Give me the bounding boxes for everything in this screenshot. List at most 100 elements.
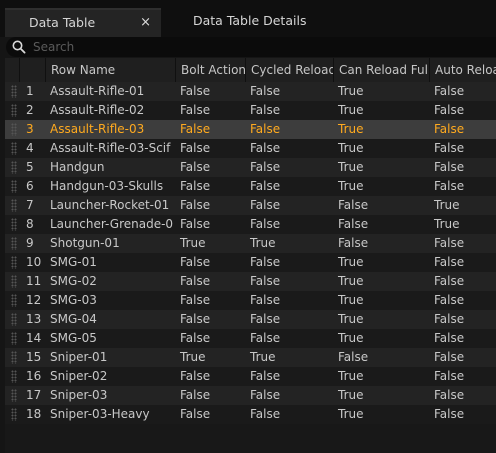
- can-reload-full-cell: True: [338, 122, 364, 136]
- auto-reload-cell: False: [434, 255, 465, 269]
- data-table: Row Name Bolt Action Cycled Reload Can R…: [5, 58, 496, 424]
- auto-reload-cell: True: [434, 217, 460, 231]
- drag-handle-icon[interactable]: [11, 104, 17, 117]
- drag-handle-icon[interactable]: [11, 275, 17, 288]
- table-row[interactable]: 7 Launcher-Rocket-01 False False False True: [5, 196, 496, 215]
- table-row[interactable]: 11 SMG-02 False False True False: [5, 272, 496, 291]
- auto-reload-cell: False: [434, 160, 465, 174]
- drag-handle-icon[interactable]: [11, 123, 17, 136]
- table-row[interactable]: 17 Sniper-03 False False True False: [5, 386, 496, 405]
- bolt-action-cell: True: [180, 350, 206, 364]
- tab-label: Data Table: [29, 15, 96, 30]
- table-row[interactable]: 12 SMG-03 False False True False: [5, 291, 496, 310]
- can-reload-full-cell: True: [338, 141, 364, 155]
- auto-reload-cell: False: [434, 84, 465, 98]
- can-reload-full-cell: False: [338, 198, 369, 212]
- can-reload-full-cell: False: [338, 217, 369, 231]
- table-row[interactable]: 18 Sniper-03-Heavy False False True False: [5, 405, 496, 424]
- can-reload-full-cell: False: [338, 236, 369, 250]
- row-index: 1: [26, 84, 34, 98]
- row-name-cell: SMG-05: [50, 331, 97, 345]
- row-name-cell: Sniper-03-Heavy: [50, 407, 150, 421]
- auto-reload-cell: False: [434, 293, 465, 307]
- can-reload-full-cell: True: [338, 293, 364, 307]
- bolt-action-cell: True: [180, 236, 206, 250]
- tab-data-table[interactable]: Data Table ×: [5, 8, 161, 37]
- can-reload-full-cell: True: [338, 407, 364, 421]
- column-header-can-reload-full[interactable]: Can Reload Full: [333, 58, 429, 82]
- drag-handle-icon[interactable]: [11, 294, 17, 307]
- bolt-action-cell: False: [180, 388, 211, 402]
- table-row[interactable]: 15 Sniper-01 True True False False: [5, 348, 496, 367]
- cycled-reload-cell: False: [250, 84, 281, 98]
- drag-handle-icon[interactable]: [11, 180, 17, 193]
- can-reload-full-cell: True: [338, 160, 364, 174]
- column-header-auto-reload[interactable]: Auto Reload: [429, 58, 496, 82]
- row-name-cell: Assault-Rifle-03: [50, 122, 145, 136]
- row-index: 4: [26, 141, 34, 155]
- table-row[interactable]: 3 Assault-Rifle-03 False False True False: [5, 120, 496, 139]
- auto-reload-cell: False: [434, 103, 465, 117]
- drag-handle-icon[interactable]: [11, 142, 17, 155]
- drag-handle-icon[interactable]: [11, 199, 17, 212]
- column-header-row-name[interactable]: Row Name: [45, 58, 175, 82]
- column-header-cycled-reload[interactable]: Cycled Reload: [245, 58, 333, 82]
- drag-handle-icon[interactable]: [11, 237, 17, 250]
- close-icon[interactable]: ×: [140, 10, 151, 36]
- header-grip-column: [5, 58, 19, 82]
- auto-reload-cell: False: [434, 350, 465, 364]
- table-row[interactable]: 14 SMG-05 False False True False: [5, 329, 496, 348]
- drag-handle-icon[interactable]: [11, 161, 17, 174]
- table-row[interactable]: 2 Assault-Rifle-02 False False True False: [5, 101, 496, 120]
- cycled-reload-cell: False: [250, 407, 281, 421]
- can-reload-full-cell: False: [338, 350, 369, 364]
- tab-data-table-details[interactable]: Data Table Details: [193, 8, 393, 37]
- cycled-reload-cell: False: [250, 274, 281, 288]
- auto-reload-cell: False: [434, 122, 465, 136]
- row-name-cell: Handgun-03-Skulls: [50, 179, 164, 193]
- can-reload-full-cell: True: [338, 274, 364, 288]
- can-reload-full-cell: True: [338, 388, 364, 402]
- bolt-action-cell: False: [180, 407, 211, 421]
- row-index: 7: [26, 198, 34, 212]
- search-input[interactable]: [33, 37, 483, 57]
- drag-handle-icon[interactable]: [11, 370, 17, 383]
- row-name-cell: Sniper-02: [50, 369, 108, 383]
- search-bar: [6, 37, 496, 57]
- table-row[interactable]: 9 Shotgun-01 True True False False: [5, 234, 496, 253]
- drag-handle-icon[interactable]: [11, 351, 17, 364]
- table-header: Row Name Bolt Action Cycled Reload Can R…: [5, 58, 496, 82]
- cycled-reload-cell: False: [250, 255, 281, 269]
- row-name-cell: SMG-02: [50, 274, 97, 288]
- table-row[interactable]: 16 Sniper-02 False False True False: [5, 367, 496, 386]
- row-index: 6: [26, 179, 34, 193]
- drag-handle-icon[interactable]: [11, 389, 17, 402]
- table-row[interactable]: 1 Assault-Rifle-01 False False True False: [5, 82, 496, 101]
- auto-reload-cell: False: [434, 388, 465, 402]
- can-reload-full-cell: True: [338, 369, 364, 383]
- table-row[interactable]: 4 Assault-Rifle-03-Scif False False True Fals…: [5, 139, 496, 158]
- drag-handle-icon[interactable]: [11, 332, 17, 345]
- table-row[interactable]: 5 Handgun False False True False: [5, 158, 496, 177]
- auto-reload-cell: False: [434, 236, 465, 250]
- bolt-action-cell: False: [180, 141, 211, 155]
- drag-handle-icon[interactable]: [11, 85, 17, 98]
- bolt-action-cell: False: [180, 160, 211, 174]
- drag-handle-icon[interactable]: [11, 218, 17, 231]
- row-name-cell: Launcher-Grenade-0: [50, 217, 174, 231]
- tab-label: Data Table Details: [193, 13, 307, 28]
- bolt-action-cell: False: [180, 103, 211, 117]
- column-header-bolt-action[interactable]: Bolt Action: [175, 58, 245, 82]
- row-name-cell: Launcher-Rocket-01: [50, 198, 170, 212]
- row-name-cell: Handgun: [50, 160, 105, 174]
- row-index: 15: [26, 350, 42, 364]
- drag-handle-icon[interactable]: [11, 256, 17, 269]
- table-row[interactable]: 8 Launcher-Grenade-0 False False False True: [5, 215, 496, 234]
- table-row[interactable]: 13 SMG-04 False False True False: [5, 310, 496, 329]
- drag-handle-icon[interactable]: [11, 408, 17, 421]
- row-index: 18: [26, 407, 42, 421]
- drag-handle-icon[interactable]: [11, 313, 17, 326]
- row-index: 5: [26, 160, 34, 174]
- table-row[interactable]: 6 Handgun-03-Skulls False False True False: [5, 177, 496, 196]
- table-row[interactable]: 10 SMG-01 False False True False: [5, 253, 496, 272]
